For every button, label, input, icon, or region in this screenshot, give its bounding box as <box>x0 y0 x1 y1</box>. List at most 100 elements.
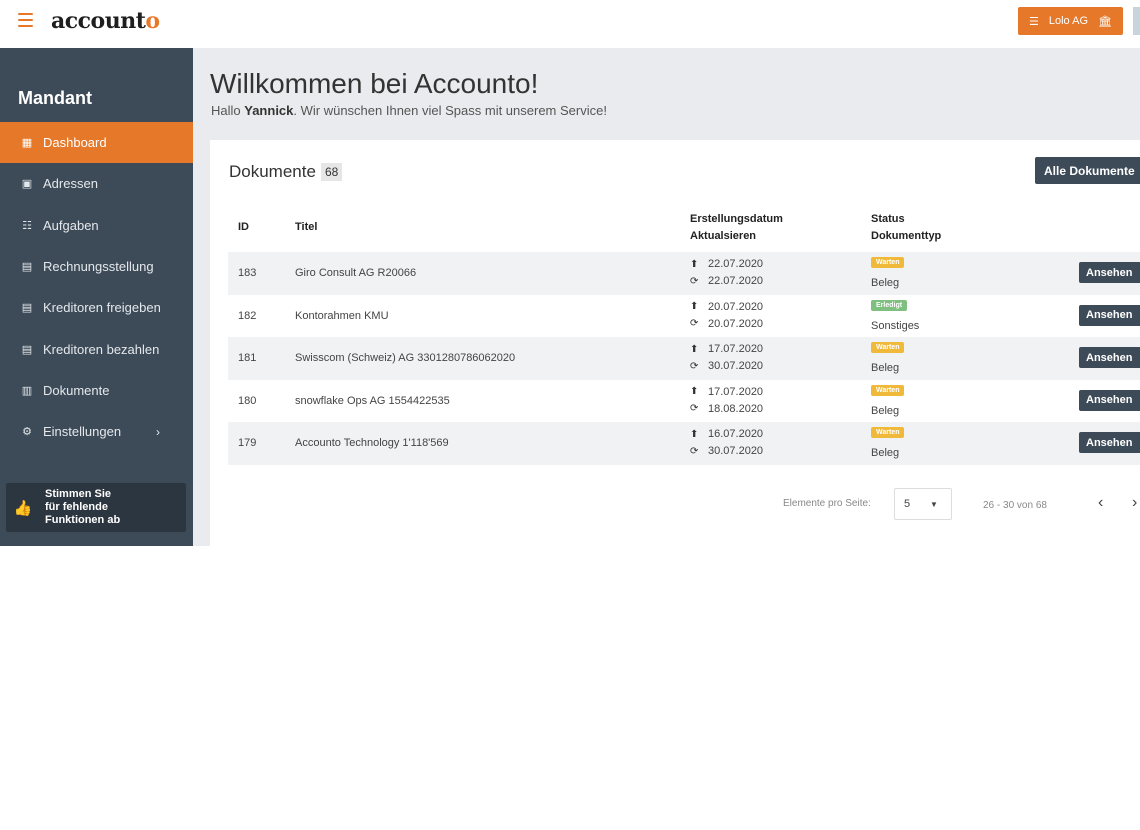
thumbs-up-icon: 👍 <box>13 499 33 517</box>
sidebar-title: Mandant <box>18 88 92 108</box>
caret-down-icon: ▼ <box>930 499 938 509</box>
documents-count-badge: 68 <box>320 163 343 181</box>
sidebar-item-label: Aufgaben <box>43 217 99 233</box>
view-button[interactable]: Ansehen <box>1079 389 1140 411</box>
feature-vote-label: Stimmen Sie für fehlende Funktionen ab <box>45 488 121 526</box>
page-title: Willkommen bei Accounto! <box>210 68 539 99</box>
feature-vote-button[interactable]: 👍 Stimmen Sie für fehlende Funktionen ab <box>6 483 186 532</box>
row-title: Giro Consult AG R20066 <box>295 267 417 279</box>
table-row: 183 Giro Consult AG R20066 ⬆ 22.07.2020 ⟳… <box>228 252 1140 295</box>
row-id: 179 <box>238 437 257 449</box>
view-button[interactable]: Ansehen <box>1079 304 1140 326</box>
row-created-date: 16.07.2020 <box>708 428 764 440</box>
table-row: 179 Accounto Technology 1'118'569 ⬆ 16.07… <box>228 422 1140 465</box>
view-button[interactable]: Ansehen <box>1079 432 1140 453</box>
next-page-icon[interactable]: › <box>1132 494 1137 512</box>
hamburger-menu-icon[interactable] <box>18 13 33 27</box>
documents-table-body: 183 Giro Consult AG R20066 ⬆ 22.07.2020 ⟳… <box>228 252 1140 465</box>
sidebar-item-label: Dokumente <box>43 382 110 398</box>
refresh-icon: ⟳ <box>690 275 699 287</box>
upload-icon: ⬆ <box>690 258 699 270</box>
sidebar-nav: ▦ Dashboard ▣ Adressen ☷ Aufgaben ▤ Rech… <box>0 122 193 452</box>
documents-icon: ▥ <box>21 384 33 397</box>
refresh-icon: ⟳ <box>690 360 699 372</box>
row-id: 182 <box>238 309 257 322</box>
row-title: Accounto Technology 1'118'569 <box>295 437 449 449</box>
table-row: 181 Swisscom (Schweiz) AG 33012807860620… <box>228 337 1140 380</box>
refresh-icon: ⟳ <box>690 445 699 457</box>
user-menu-button[interactable] <box>1133 7 1140 35</box>
sidebar-item-dashboard[interactable]: ▦ Dashboard <box>0 122 193 164</box>
pagination-range: 26 - 30 von 68 <box>983 500 1047 511</box>
sidebar-item-label: Einstellungen <box>43 424 122 440</box>
all-documents-button[interactable]: Alle Dokumente <box>1035 157 1140 184</box>
upload-icon: ⬆ <box>690 343 699 355</box>
status-badge: Warten <box>871 384 905 396</box>
top-bar: accounto ☰ Lolo AG 🏛 <box>0 0 1140 48</box>
upload-icon: ⬆ <box>690 428 699 440</box>
settings-icon: ⚙ <box>22 426 32 439</box>
row-doc-type: Beleg <box>871 447 900 459</box>
status-badge: Warten <box>871 342 905 353</box>
table-row: 182 Kontorahmen KMU ⬆ 20.07.2020 ⟳ 20.07.2… <box>228 295 1140 338</box>
app-logo[interactable]: accounto <box>51 8 160 34</box>
row-id: 181 <box>238 352 257 364</box>
creditor-approve-icon: ▤ <box>21 302 33 315</box>
sidebar-item-kreditoren-bezahlen[interactable]: ▤ Kreditoren bezahlen <box>0 328 193 369</box>
refresh-icon: ⟳ <box>690 318 699 329</box>
documents-title: Dokumente 68 <box>229 162 343 182</box>
row-id: 183 <box>238 267 257 279</box>
documents-card: Dokumente 68 Alle Dokumente ID Titel Ers… <box>210 140 1140 546</box>
items-per-page-select[interactable]: 5 ▼ <box>894 488 952 520</box>
row-updated-date: 22.07.2020 <box>708 275 764 287</box>
sidebar-item-kreditoren-freigeben[interactable]: ▤ Kreditoren freigeben <box>0 287 193 328</box>
column-header-title[interactable]: Titel <box>295 219 317 236</box>
table-row: 180 snowflake Ops AG 1554422535 ⬆ 17.07.2… <box>228 380 1140 423</box>
row-id: 180 <box>238 394 257 407</box>
column-header-date[interactable]: Erstellungsdatum Aktualsieren <box>690 211 783 245</box>
row-doc-type: Sonstiges <box>871 319 920 332</box>
chevron-right-icon: › <box>156 424 160 439</box>
row-title: Swisscom (Schweiz) AG 3301280786062020 <box>295 352 516 364</box>
sidebar-item-aufgaben[interactable]: ☷ Aufgaben <box>0 205 193 246</box>
tenant-name: Lolo AG <box>1048 15 1089 27</box>
status-badge: Warten <box>871 257 905 268</box>
sidebar-item-label: Kreditoren bezahlen <box>43 341 160 357</box>
row-doc-type: Beleg <box>871 404 900 417</box>
sidebar-item-label: Dashboard <box>43 135 107 151</box>
sidebar: Mandant ▦ Dashboard ▣ Adressen ☷ Aufgabe… <box>0 48 193 546</box>
status-badge: Erledigt <box>871 299 908 311</box>
task-list-icon: ☷ <box>22 219 32 232</box>
previous-page-icon[interactable]: ‹ <box>1098 494 1103 512</box>
row-updated-date: 20.07.2020 <box>708 317 764 330</box>
row-created-date: 17.07.2020 <box>708 343 764 355</box>
view-button[interactable]: Ansehen <box>1079 262 1140 283</box>
sidebar-item-label: Adressen <box>43 176 98 192</box>
dashboard-icon: ▦ <box>21 137 33 150</box>
sidebar-item-rechnungsstellung[interactable]: ▤ Rechnungsstellung <box>0 246 193 287</box>
row-created-date: 20.07.2020 <box>708 300 764 313</box>
sidebar-item-label: Rechnungsstellung <box>43 259 154 275</box>
sidebar-item-einstellungen[interactable]: ⚙ Einstellungen › <box>0 411 193 452</box>
bank-icon: 🏛 <box>1098 15 1112 28</box>
row-title: Kontorahmen KMU <box>295 309 389 322</box>
user-name: Yannick <box>244 103 294 118</box>
column-header-id[interactable]: ID <box>238 219 249 236</box>
creditor-pay-icon: ▤ <box>21 343 33 356</box>
table-header: ID Titel Erstellungsdatum Aktualsieren St… <box>228 207 1140 252</box>
items-per-page-label: Elemente pro Seite: <box>783 498 871 509</box>
view-button[interactable]: Ansehen <box>1079 347 1140 368</box>
tenant-switch-button[interactable]: ☰ Lolo AG 🏛 <box>1018 7 1123 35</box>
row-doc-type: Beleg <box>871 277 900 289</box>
sidebar-item-adressen[interactable]: ▣ Adressen <box>0 163 193 204</box>
main-content: Willkommen bei Accounto! Hallo Yannick. … <box>193 48 1140 546</box>
column-header-status[interactable]: Status Dokumenttyp <box>871 211 941 245</box>
status-badge: Warten <box>871 427 905 438</box>
list-icon: ☰ <box>1029 15 1039 28</box>
row-title: snowflake Ops AG 1554422535 <box>295 394 450 407</box>
sidebar-item-dokumente[interactable]: ▥ Dokumente <box>0 370 193 411</box>
row-updated-date: 30.07.2020 <box>708 445 764 457</box>
upload-icon: ⬆ <box>690 301 699 312</box>
row-created-date: 17.07.2020 <box>708 385 764 398</box>
welcome-message: Hallo Yannick. Wir wünschen Ihnen viel S… <box>211 103 607 118</box>
